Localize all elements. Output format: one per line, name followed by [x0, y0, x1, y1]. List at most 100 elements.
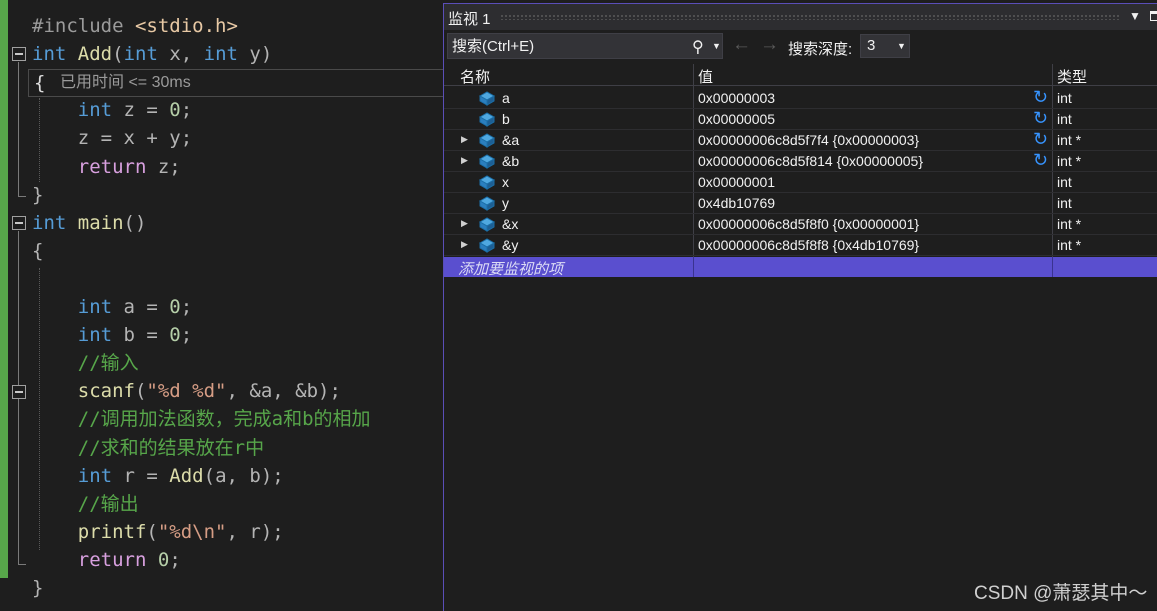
code-line[interactable]: } — [32, 181, 43, 209]
code-line[interactable]: } — [32, 574, 43, 602]
watch-value[interactable]: 0x00000003 — [698, 90, 775, 106]
column-header-type[interactable]: 类型 — [1057, 66, 1087, 87]
refresh-icon[interactable]: ↻ — [1033, 108, 1048, 129]
code-token: int — [203, 43, 238, 65]
code-line[interactable]: printf("%d\n", r); — [32, 518, 284, 546]
column-divider — [1052, 257, 1053, 277]
collapse-main-icon[interactable] — [12, 216, 26, 230]
column-header-name[interactable]: 名称 — [460, 66, 490, 87]
code-line[interactable]: //输入 — [32, 349, 139, 377]
refresh-icon[interactable]: ↻ — [1033, 129, 1048, 150]
code-token: //输入 — [32, 352, 139, 374]
watch-type: int — [1057, 90, 1072, 106]
refresh-icon[interactable]: ↻ — [1033, 87, 1048, 108]
watch-value[interactable]: 0x00000005 — [698, 111, 775, 127]
watch-value[interactable]: 0x00000006c8d5f814 {0x00000005} — [698, 153, 923, 169]
code-line[interactable]: return 0; — [32, 546, 181, 574]
watch-title-bar[interactable]: 监视 1 ▼ — [444, 4, 1157, 30]
code-line[interactable]: z = x + y; — [32, 124, 192, 152]
chevron-down-icon[interactable]: ▼ — [712, 41, 721, 51]
code-line[interactable]: //调用加法函数，完成a和b的相加 — [32, 405, 371, 433]
watch-value[interactable]: 0x00000001 — [698, 174, 775, 190]
add-watch-row[interactable]: 添加要监视的项 — [444, 257, 1157, 279]
code-line[interactable]: int b = 0; — [32, 321, 192, 349]
watch-name[interactable]: &b — [502, 153, 519, 169]
expand-arrow-icon[interactable]: ▶ — [461, 155, 468, 166]
code-token: ; — [180, 99, 193, 121]
code-line[interactable]: return z; — [32, 153, 181, 181]
column-header-value[interactable]: 值 — [698, 66, 713, 87]
code-token: { — [32, 240, 44, 262]
search-input[interactable] — [452, 36, 682, 56]
code-line[interactable]: int z = 0; — [32, 96, 192, 124]
code-line[interactable]: int r = Add(a, b); — [32, 462, 284, 490]
watch-name[interactable]: &x — [502, 216, 518, 232]
watch-title: 监视 1 — [448, 11, 491, 28]
expand-arrow-icon[interactable]: ▶ — [461, 134, 468, 145]
code-token: ; — [180, 324, 193, 346]
expand-arrow-icon[interactable]: ▶ — [461, 239, 468, 250]
watch-name[interactable]: y — [502, 195, 509, 211]
open-brace: { — [34, 72, 46, 94]
collapse-comment-icon[interactable] — [12, 385, 26, 399]
grid-header: 名称 值 类型 — [444, 64, 1157, 86]
arrow-left-icon[interactable]: ← — [732, 34, 751, 56]
code-line[interactable]: { — [32, 237, 43, 265]
watch-value[interactable]: 0x00000006c8d5f8f8 {0x4db10769} — [698, 237, 919, 253]
watch-row[interactable]: ▶ &a 0x00000006c8d5f7f4 {0x00000003} ↻ int * — [444, 129, 1157, 151]
watch-row[interactable]: y 0x4db10769 int — [444, 193, 1157, 214]
watch-row[interactable]: x 0x00000001 int — [444, 172, 1157, 193]
watch-row[interactable]: ▶ &x 0x00000006c8d5f8f0 {0x00000001} int * — [444, 214, 1157, 235]
watch-name[interactable]: b — [502, 111, 510, 127]
code-token: ; — [169, 549, 181, 571]
watch-value[interactable]: 0x4db10769 — [698, 195, 775, 211]
code-token: } — [32, 577, 44, 599]
watch-row[interactable]: b 0x00000005 ↻ int — [444, 108, 1157, 130]
code-line[interactable]: #include <stdio.h> — [32, 12, 238, 40]
maximize-icon[interactable] — [1150, 11, 1157, 21]
watch-value[interactable]: 0x00000006c8d5f7f4 {0x00000003} — [698, 132, 919, 148]
collapse-add-icon[interactable] — [12, 47, 26, 61]
code-editor[interactable]: #include <stdio.h> int Add(int x, int y) … — [0, 0, 443, 611]
code-token: 0 — [169, 296, 181, 318]
code-line[interactable]: int a = 0; — [32, 293, 192, 321]
add-watch-text[interactable]: 添加要监视的项 — [458, 258, 563, 279]
code-line[interactable]: int Add(int x, int y) — [32, 40, 272, 68]
code-token: printf — [77, 521, 147, 543]
code-token: return — [77, 156, 147, 178]
code-token: () — [123, 212, 147, 234]
code-line[interactable]: //求和的结果放在r中 — [32, 434, 264, 462]
expand-arrow-icon[interactable]: ▶ — [461, 218, 468, 229]
code-line[interactable]: //输出 — [32, 490, 139, 518]
code-token: ( — [146, 521, 158, 543]
code-token: z; — [146, 156, 181, 178]
variable-icon — [477, 89, 497, 107]
watch-window[interactable]: 监视 1 ▼ ⚲ ▼ ← → 搜索深度: 3 ▼ 名称 值 类型 a 0x0000… — [443, 3, 1157, 611]
drag-grip[interactable] — [500, 14, 1120, 20]
watch-value[interactable]: 0x00000006c8d5f8f0 {0x00000001} — [698, 216, 919, 232]
refresh-icon[interactable]: ↻ — [1033, 150, 1048, 171]
code-token: z = x + y; — [32, 127, 193, 149]
fold-line-add — [18, 62, 19, 196]
search-box[interactable]: ⚲ ▼ — [447, 33, 723, 59]
code-token: int — [123, 43, 158, 65]
code-line[interactable]: int main() — [32, 209, 146, 237]
window-menu-icon[interactable]: ▼ — [1129, 9, 1141, 23]
watch-name[interactable]: &y — [502, 237, 518, 253]
fold-end-main — [18, 564, 26, 565]
code-token: ( — [134, 380, 147, 402]
perf-tip[interactable]: 已用时间 <= 30ms — [60, 71, 191, 95]
watch-name[interactable]: &a — [502, 132, 519, 148]
search-depth-select[interactable]: 3 ▼ — [860, 34, 910, 58]
watch-row[interactable]: ▶ &b 0x00000006c8d5f814 {0x00000005} ↻ int * — [444, 150, 1157, 172]
watch-name[interactable]: x — [502, 174, 509, 190]
code-token: z = — [112, 99, 170, 121]
code-line[interactable]: scanf("%d %d", &a, &b); — [32, 377, 341, 405]
watch-name[interactable]: a — [502, 90, 510, 106]
watch-row[interactable]: ▶ &y 0x00000006c8d5f8f8 {0x4db10769} int * — [444, 235, 1157, 256]
variable-icon — [477, 215, 497, 233]
arrow-right-icon[interactable]: → — [760, 34, 779, 56]
search-icon[interactable]: ⚲ — [692, 37, 704, 57]
watch-row[interactable]: a 0x00000003 ↻ int — [444, 87, 1157, 109]
